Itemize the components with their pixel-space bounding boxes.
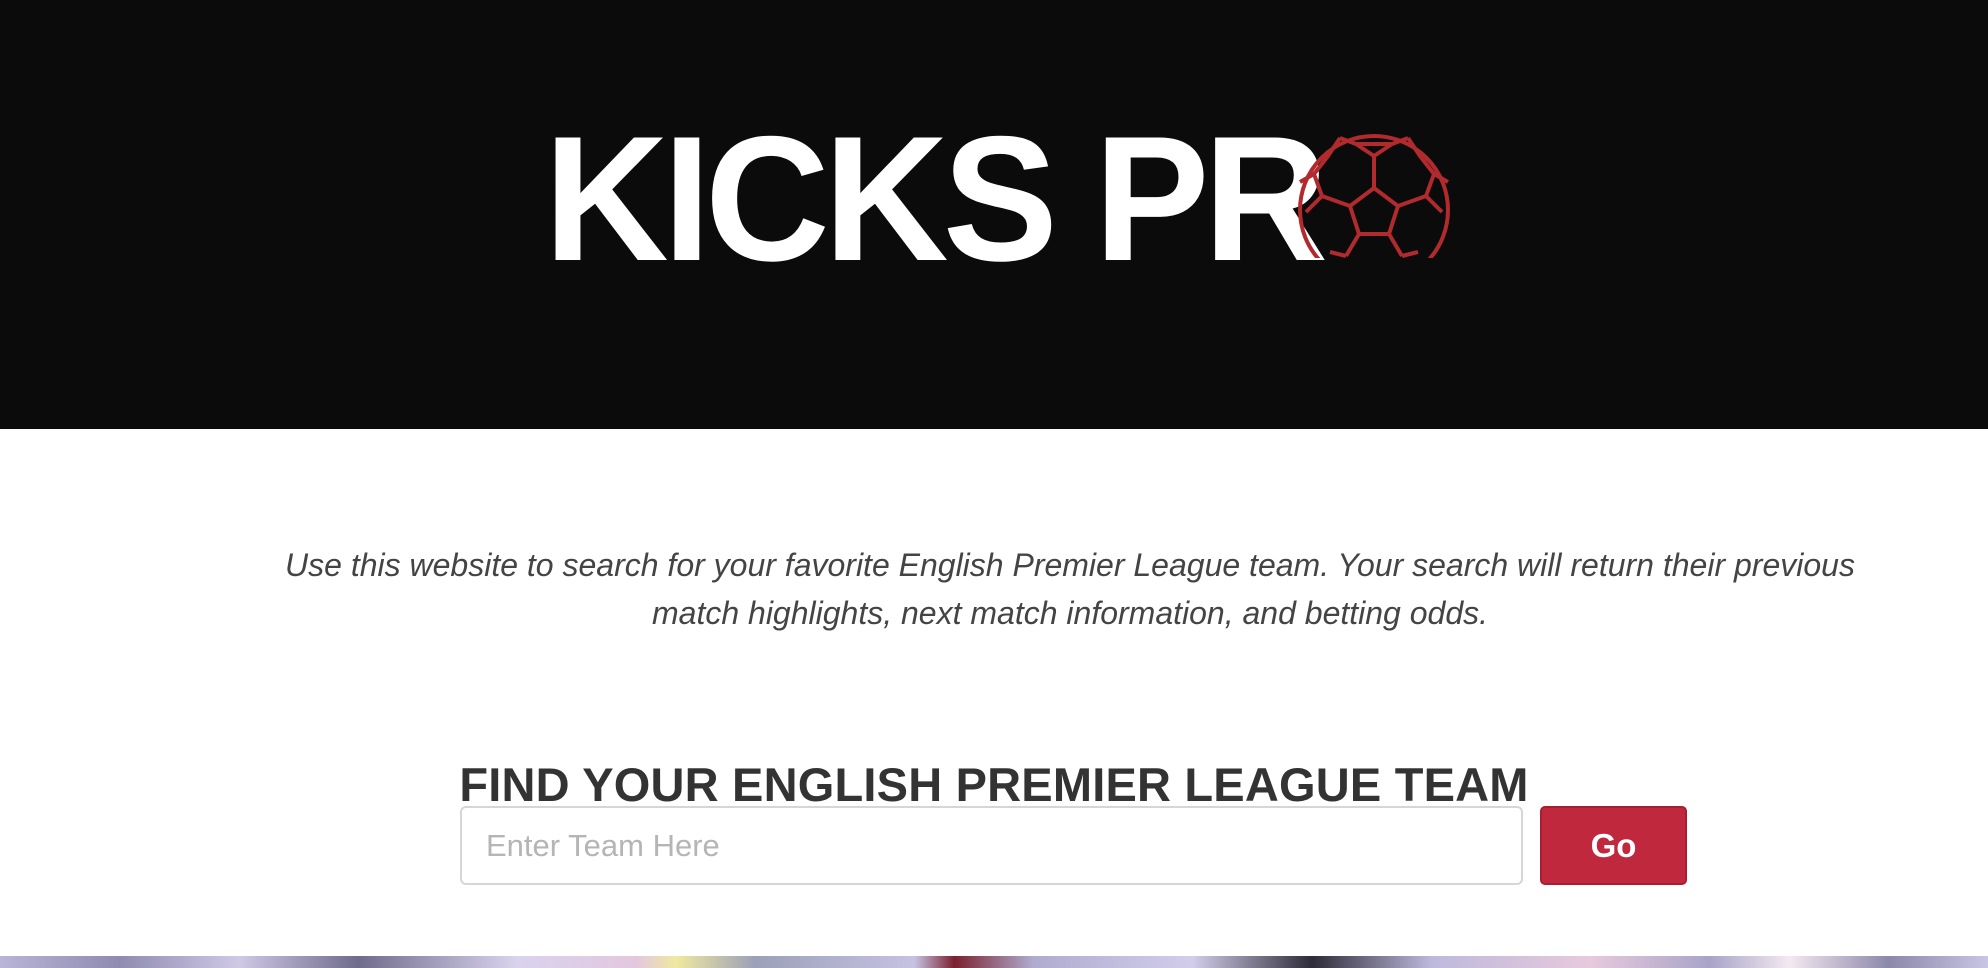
find-team-heading: FIND YOUR ENGLISH PREMIER LEAGUE TEAM (459, 758, 1529, 811)
soccer-ball-icon (1298, 134, 1450, 258)
go-button[interactable]: Go (1540, 806, 1687, 885)
team-search-input[interactable] (460, 806, 1523, 885)
hero-banner: KICKS PR (0, 0, 1988, 429)
page: KICKS PR Use this website to search for … (0, 0, 1988, 968)
site-logo[interactable]: KICKS PR (544, 110, 1450, 288)
hero-photo-strip (0, 956, 1988, 968)
intro-text: Use this website to search for your favo… (285, 547, 1855, 631)
logo-text: KICKS PR (544, 99, 1328, 298)
